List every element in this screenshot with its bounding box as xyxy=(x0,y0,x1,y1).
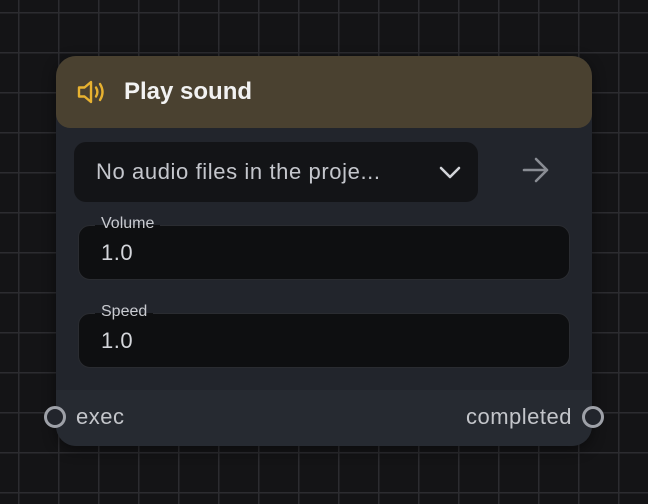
go-to-audio-button[interactable] xyxy=(514,152,558,192)
volume-label: Volume xyxy=(95,214,161,234)
node-ports: exec completed xyxy=(44,390,604,446)
volume-input[interactable]: 1.0 xyxy=(101,238,133,268)
speed-field[interactable]: Speed 1.0 xyxy=(78,302,570,368)
audio-file-select-value: No audio files in the proje... xyxy=(96,159,381,184)
exec-input-port[interactable] xyxy=(44,406,66,428)
speed-input[interactable]: 1.0 xyxy=(101,326,133,356)
speed-label: Speed xyxy=(95,302,154,322)
volume-field[interactable]: Volume 1.0 xyxy=(78,214,570,280)
node-header[interactable]: Play sound xyxy=(56,56,592,128)
completed-port-label: completed xyxy=(465,404,572,429)
node-title: Play sound xyxy=(124,78,253,105)
speaker-icon xyxy=(76,77,108,107)
exec-port-label: exec xyxy=(76,404,125,429)
completed-output-port[interactable] xyxy=(582,406,604,428)
chevron-down-icon xyxy=(438,160,462,184)
audio-file-select[interactable]: No audio files in the proje... xyxy=(74,142,478,202)
play-sound-node[interactable]: Play sound No audio files in the proje..… xyxy=(44,56,604,446)
arrow-right-icon xyxy=(521,157,551,188)
